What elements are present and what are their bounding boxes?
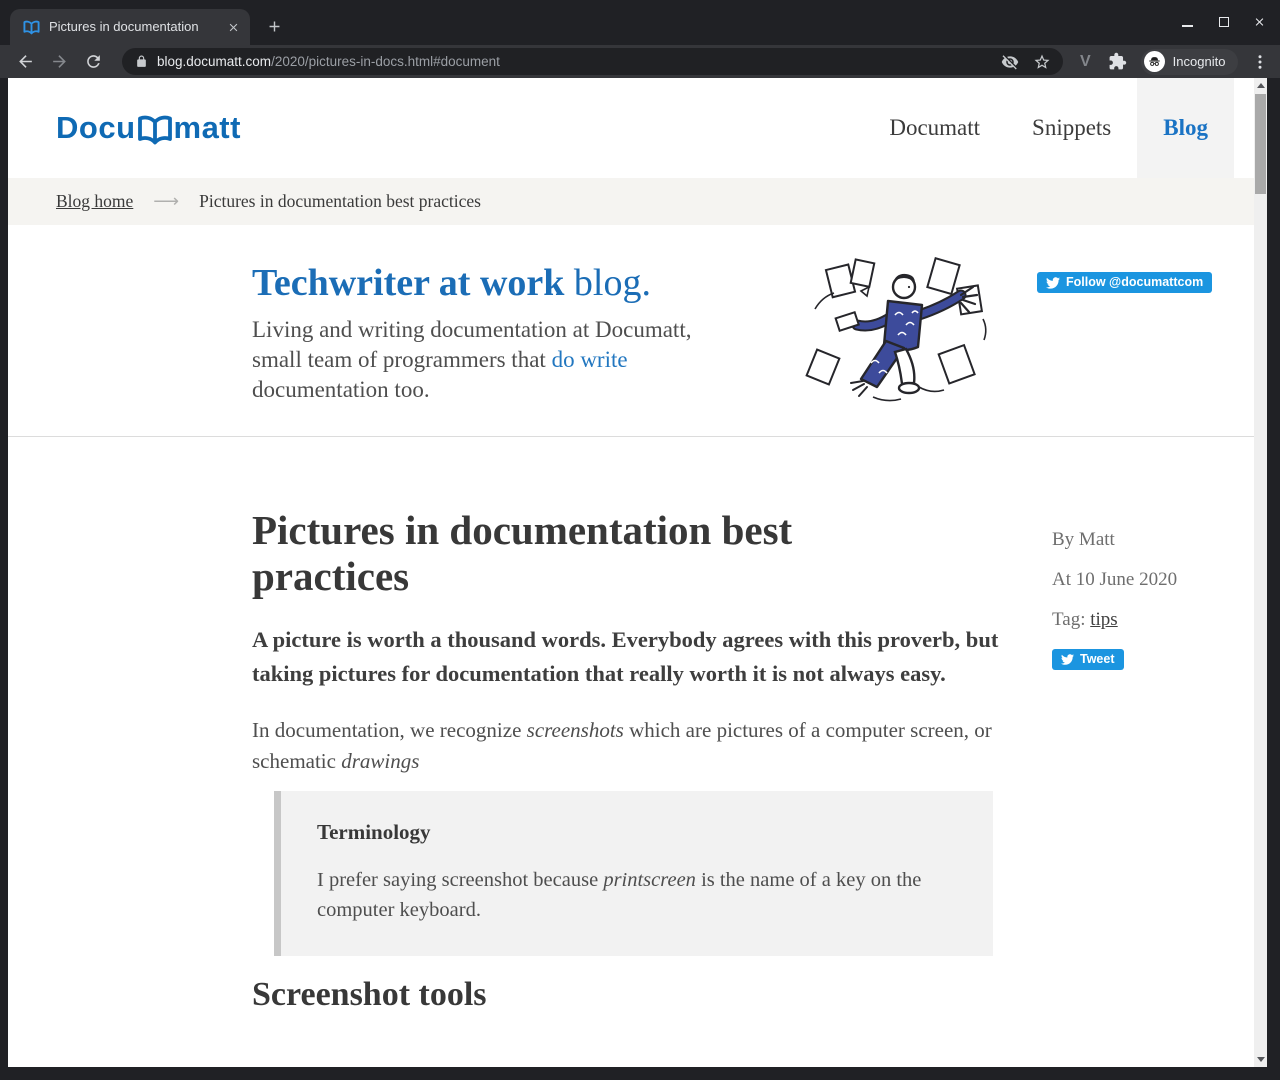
blog-title: Techwriter at work blog. [252, 263, 757, 305]
meta-date: At 10 June 2020 [1052, 569, 1177, 591]
close-window-button[interactable] [1253, 16, 1266, 29]
twitter-bird-icon [1061, 654, 1074, 665]
meta-author: By Matt [1052, 529, 1177, 551]
tab-close-icon[interactable] [224, 18, 242, 36]
tweet-button[interactable]: Tweet [1052, 649, 1124, 670]
article-meta: By Matt At 10 June 2020 Tag: tips Tweet [1052, 529, 1177, 671]
forward-icon[interactable] [50, 52, 69, 71]
twitter-follow-button[interactable]: Follow @documattcom [1037, 272, 1212, 293]
window-controls [1181, 11, 1266, 33]
scrollbar-down-arrow[interactable] [1254, 1052, 1267, 1067]
scrollbar-thumb[interactable] [1255, 94, 1266, 194]
admonition-body: I prefer saying screenshot because print… [317, 865, 952, 925]
twitter-bird-icon [1046, 277, 1060, 289]
address-bar[interactable]: blog.documatt.com/2020/pictures-in-docs.… [122, 48, 1063, 75]
blog-hero: Techwriter at work blog. Living and writ… [8, 225, 1267, 437]
article-title: Pictures in documentation best practices [252, 507, 892, 599]
minimize-button[interactable] [1181, 16, 1194, 29]
browser-toolbar: blog.documatt.com/2020/pictures-in-docs.… [0, 45, 1280, 78]
logo-text-left: Docu [56, 110, 136, 146]
incognito-label: Incognito [1173, 54, 1226, 69]
nav-item-documatt[interactable]: Documatt [863, 78, 1006, 178]
url-domain: blog.documatt.com [157, 54, 271, 69]
article-lead: A picture is worth a thousand words. Eve… [252, 623, 1022, 691]
site-nav: Documatt Snippets Blog [863, 78, 1234, 178]
logo-book-icon [137, 115, 173, 145]
back-icon[interactable] [16, 52, 35, 71]
nav-item-snippets[interactable]: Snippets [1006, 78, 1137, 178]
blog-subtitle: Living and writing documentation at Docu… [252, 315, 717, 405]
scrollbar-up-arrow[interactable] [1254, 78, 1267, 93]
article: Pictures in documentation best practices… [8, 437, 1267, 1067]
extensions-puzzle-icon[interactable] [1108, 52, 1127, 71]
url-path: /2020/pictures-in-docs.html#document [271, 54, 500, 69]
admonition-title: Terminology [317, 820, 957, 845]
breadcrumb-current: Pictures in documentation best practices [199, 191, 481, 212]
article-paragraph: In documentation, we recognize screensho… [252, 715, 997, 777]
hero-illustration [803, 257, 998, 407]
tag-tips-link[interactable]: tips [1090, 609, 1117, 630]
section-heading: Screenshot tools [252, 976, 1267, 1014]
browser-titlebar: Pictures in documentation [0, 0, 1280, 45]
terminology-admonition: Terminology I prefer saying screenshot b… [274, 791, 993, 956]
vue-devtools-extension-icon[interactable]: V [1080, 53, 1091, 71]
page-scrollbar[interactable] [1254, 78, 1267, 1067]
breadcrumb-home-link[interactable]: Blog home [56, 191, 133, 212]
reload-icon[interactable] [84, 52, 103, 71]
do-write-link[interactable]: do write [552, 347, 628, 372]
logo-text-right: matt [174, 110, 241, 146]
tab-title: Pictures in documentation [49, 19, 224, 35]
eye-off-icon[interactable] [1001, 53, 1019, 71]
browser-menu-icon[interactable] [1251, 53, 1269, 71]
bookmark-star-icon[interactable] [1033, 53, 1051, 71]
meta-tag: Tag: tips [1052, 609, 1177, 631]
nav-item-blog[interactable]: Blog [1137, 78, 1234, 178]
incognito-spy-icon [1144, 51, 1165, 72]
new-tab-button[interactable] [263, 15, 285, 37]
breadcrumb-arrow-icon: ⟶ [153, 191, 179, 212]
documatt-logo[interactable]: Docu matt [56, 110, 241, 146]
page-content: Docu matt Documatt Snippets Blog Blog ho… [8, 78, 1267, 1067]
incognito-badge: Incognito [1141, 49, 1239, 75]
favicon-book-icon [23, 20, 40, 35]
url-text: blog.documatt.com/2020/pictures-in-docs.… [157, 54, 987, 69]
site-header: Docu matt Documatt Snippets Blog [8, 78, 1267, 178]
breadcrumb: Blog home ⟶ Pictures in documentation be… [8, 178, 1267, 225]
lock-icon [135, 55, 148, 68]
maximize-button[interactable] [1217, 16, 1230, 29]
browser-tab[interactable]: Pictures in documentation [10, 9, 250, 45]
